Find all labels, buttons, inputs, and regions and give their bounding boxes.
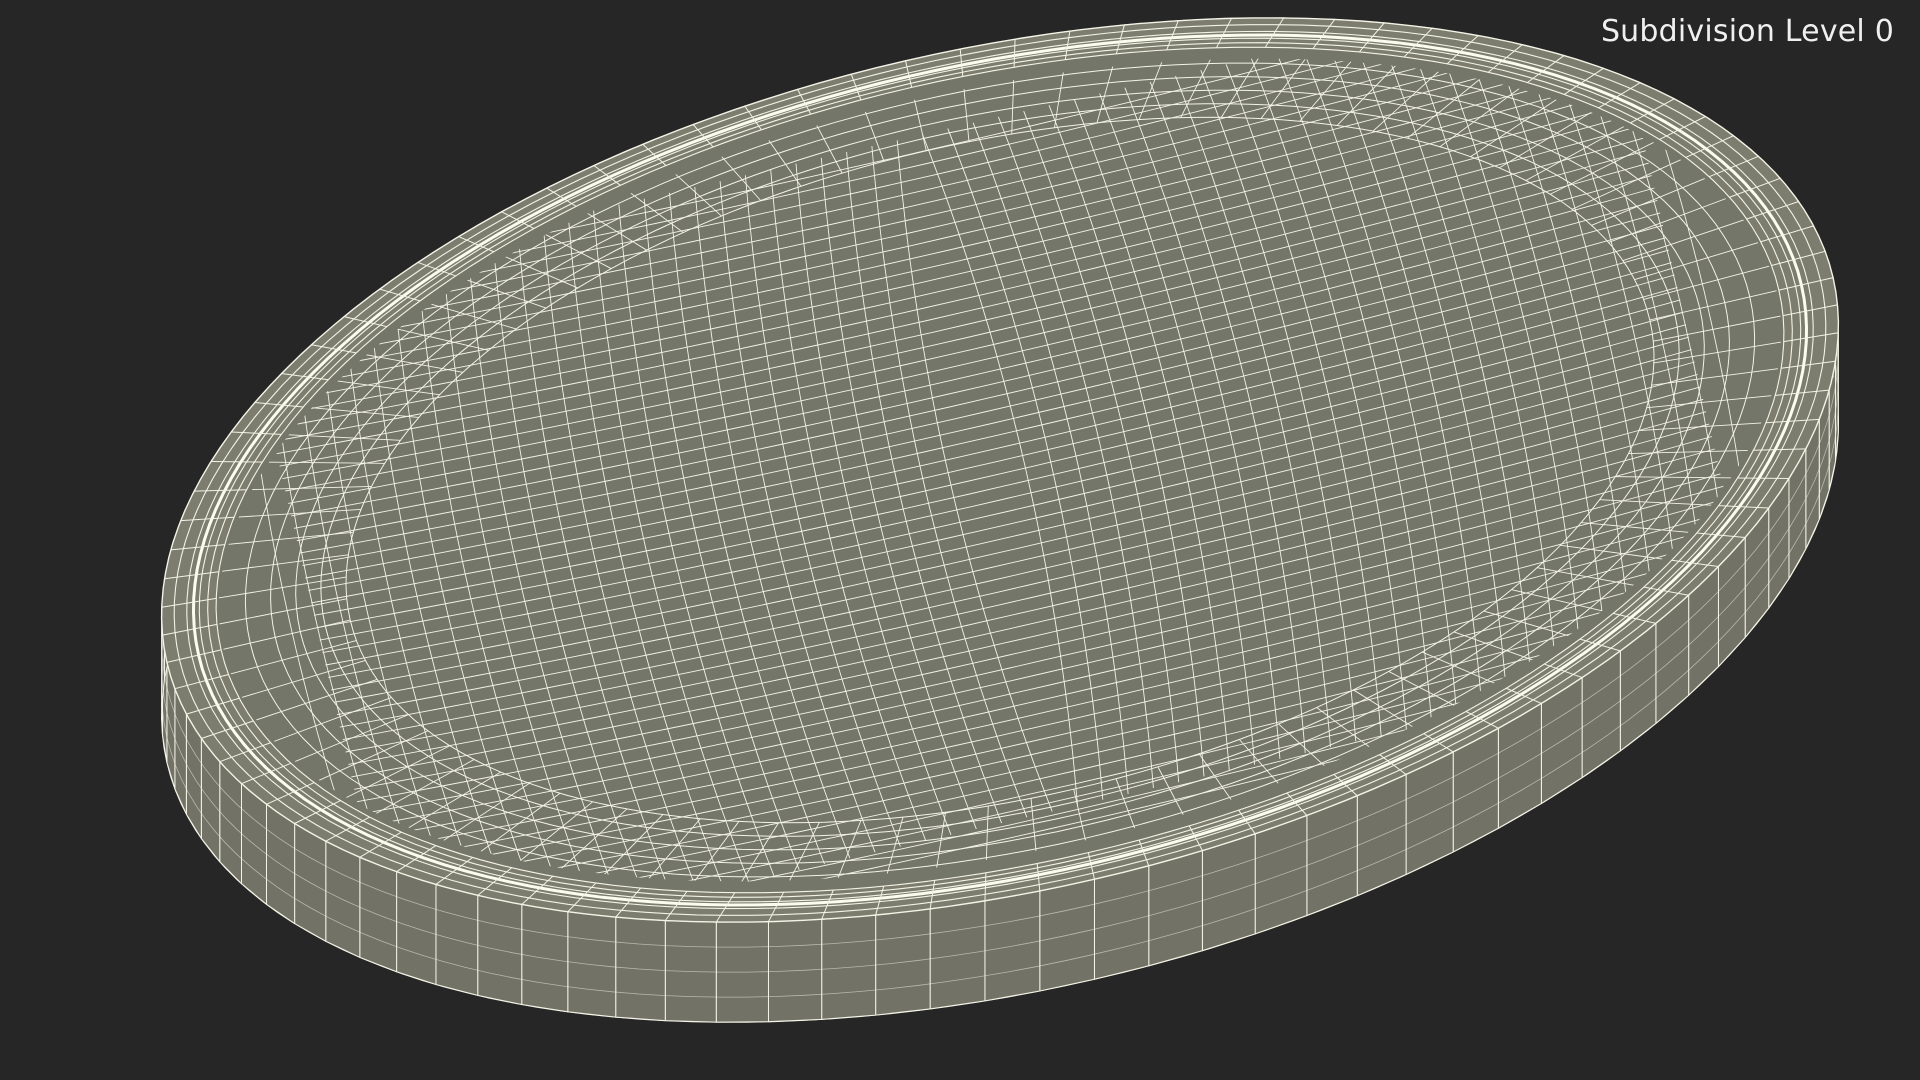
subdivision-level-label: Subdivision Level 0 bbox=[1600, 14, 1894, 49]
tray-wireframe-render bbox=[160, 0, 1840, 1023]
rim-segment bbox=[1737, 477, 1789, 480]
rim-segment bbox=[211, 460, 263, 463]
viewport[interactable]: Subdivision Level 0 bbox=[0, 0, 1920, 1080]
